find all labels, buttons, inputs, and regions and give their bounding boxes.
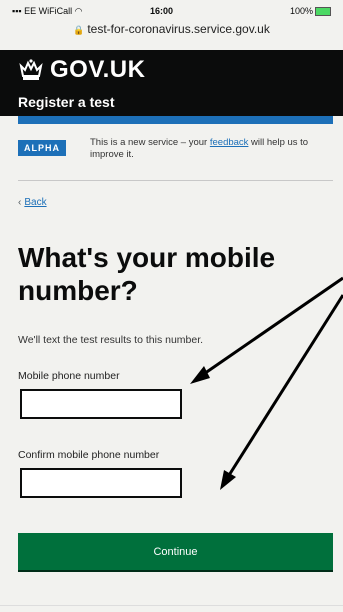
- back-label: Back: [24, 197, 47, 208]
- url-text: test-for-coronavirus.service.gov.uk: [87, 22, 270, 36]
- phase-divider: [18, 180, 333, 181]
- hint-text: We'll text the test results to this numb…: [18, 334, 204, 346]
- feedback-link[interactable]: feedback: [210, 137, 249, 148]
- crown-icon[interactable]: [18, 58, 44, 82]
- footer-divider: [0, 605, 343, 606]
- lock-icon: 🔒: [73, 25, 85, 35]
- mobile-number-label: Mobile phone number: [18, 370, 120, 382]
- phase-tag: ALPHA: [18, 140, 66, 156]
- service-name[interactable]: Register a test: [18, 94, 114, 110]
- govuk-header: GOV.UK Register a test: [0, 50, 343, 116]
- signal-icon: ▪▪▪: [12, 6, 25, 16]
- header-accent-bar: [18, 116, 333, 124]
- govuk-logo[interactable]: GOV.UK: [50, 56, 145, 84]
- address-bar[interactable]: 🔒 test-for-coronavirus.service.gov.uk: [0, 22, 343, 36]
- back-link[interactable]: ‹ Back: [18, 197, 47, 208]
- page-title: What's your mobile number?: [18, 242, 276, 306]
- annotation-arrowhead-1: [190, 366, 210, 384]
- battery-icon: [315, 7, 331, 17]
- carrier-text: ▪▪▪ EE WiFiCall ◠: [12, 6, 83, 16]
- confirm-mobile-number-input[interactable]: [20, 468, 182, 498]
- clock: 16:00: [150, 6, 174, 16]
- battery-indicator: 100%: [290, 6, 331, 17]
- status-bar: ▪▪▪ EE WiFiCall ◠ 16:00 100% 🔒 test-for-c…: [0, 0, 343, 50]
- mobile-number-input[interactable]: [20, 389, 182, 419]
- wifi-icon: ◠: [74, 6, 83, 16]
- confirm-mobile-number-label: Confirm mobile phone number: [18, 449, 160, 461]
- annotation-arrowhead-2: [220, 470, 236, 490]
- annotation-arrow-2: [224, 294, 343, 481]
- continue-button[interactable]: Continue: [18, 533, 333, 570]
- phase-text: This is a new service – your feedback wi…: [90, 137, 309, 160]
- chevron-left-icon: ‹: [18, 197, 22, 208]
